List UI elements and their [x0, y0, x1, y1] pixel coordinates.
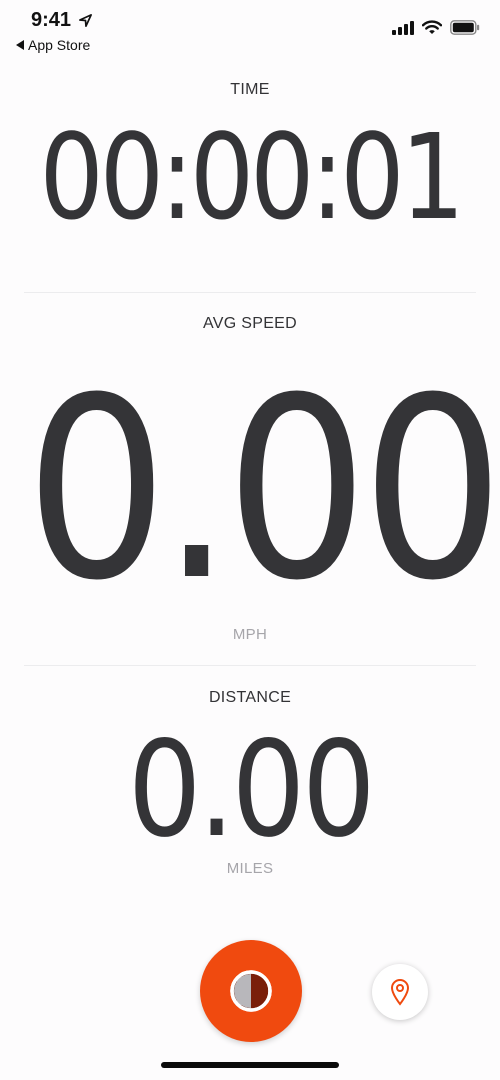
distance-label: DISTANCE: [208, 689, 292, 706]
distance-value: 0.00: [127, 713, 376, 867]
status-indicators: [392, 20, 480, 35]
back-to-app-store[interactable]: App Store: [16, 37, 90, 53]
record-button[interactable]: [200, 940, 302, 1042]
wifi-icon: [422, 20, 442, 34]
back-triangle-icon: [16, 40, 24, 50]
status-bar: 9:41 App Store: [0, 0, 500, 60]
home-indicator[interactable]: [161, 1062, 339, 1068]
distance-unit: MILES: [226, 860, 274, 877]
battery-icon: [450, 20, 480, 35]
divider: [24, 665, 476, 666]
map-pin-icon: [390, 979, 410, 1006]
cellular-signal-icon: [392, 20, 414, 35]
avg-speed-unit: MPH: [232, 626, 268, 643]
location-arrow-icon: [79, 14, 92, 27]
avg-speed-value: 0.00: [25, 344, 500, 635]
back-app-label: App Store: [28, 37, 91, 53]
record-icon: [230, 970, 272, 1012]
activity-recording-screen: 9:41 App Store TIME 00:00:01 AVG SPEED 0…: [0, 0, 500, 1080]
location-button[interactable]: [372, 964, 428, 1020]
divider: [24, 292, 476, 293]
time-label: TIME: [230, 81, 270, 98]
status-time: 9:41: [31, 9, 72, 31]
elapsed-time-value: 00:00:01: [39, 108, 465, 246]
avg-speed-label: AVG SPEED: [203, 315, 297, 332]
